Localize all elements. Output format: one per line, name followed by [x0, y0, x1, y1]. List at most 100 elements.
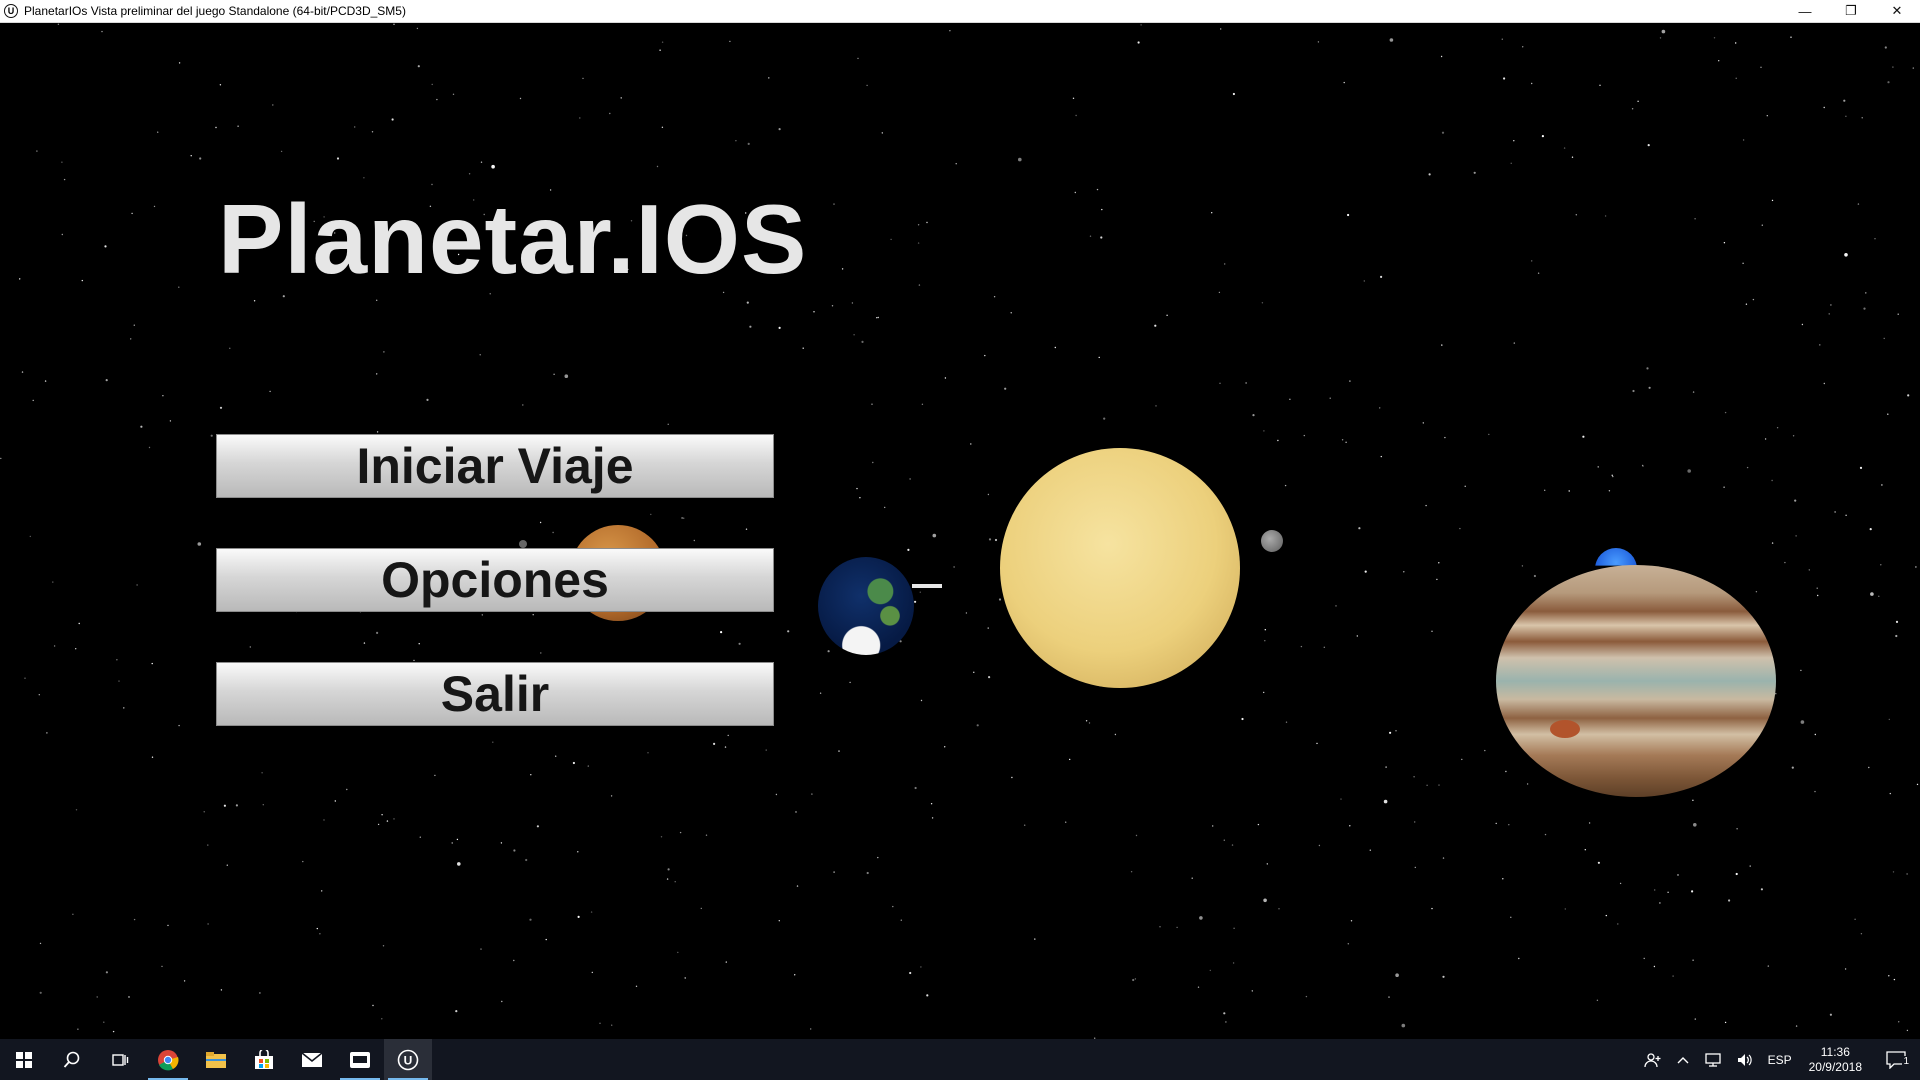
game-viewport[interactable]: Planetar.IOS Iniciar Viaje Opciones Sali… — [0, 23, 1920, 1039]
star — [377, 823, 380, 826]
star — [413, 659, 415, 662]
star — [36, 150, 38, 152]
star — [61, 233, 63, 236]
file-explorer-icon[interactable] — [192, 1039, 240, 1080]
star — [105, 379, 108, 382]
volume-icon[interactable] — [1729, 1052, 1761, 1068]
star — [666, 878, 669, 880]
star — [738, 642, 741, 645]
star — [861, 340, 864, 343]
store-icon[interactable] — [240, 1039, 288, 1080]
star — [1513, 342, 1516, 344]
star — [219, 84, 222, 86]
star — [1659, 902, 1661, 904]
star — [96, 996, 98, 998]
star — [1857, 203, 1860, 205]
star — [197, 542, 202, 546]
clock[interactable]: 11:36 20/9/2018 — [1799, 1045, 1872, 1075]
star — [1771, 479, 1773, 482]
star — [1461, 758, 1463, 761]
star — [140, 425, 143, 428]
star — [729, 40, 731, 43]
window-title: PlanetarIOs Vista preliminar del juego S… — [24, 4, 406, 18]
star — [920, 966, 922, 968]
star — [1687, 469, 1691, 473]
star — [1385, 766, 1387, 768]
star — [1672, 975, 1674, 977]
star — [501, 1000, 503, 1003]
star — [555, 755, 557, 757]
starfield — [0, 23, 1919, 1039]
star — [24, 677, 26, 679]
exit-button[interactable]: Salir — [216, 662, 774, 726]
star — [346, 788, 348, 791]
star — [1413, 776, 1415, 778]
notifications-icon[interactable]: 1 — [1872, 1050, 1920, 1069]
mail-icon[interactable] — [288, 1039, 336, 1080]
window-title-bar[interactable]: U PlanetarIOs Vista preliminar del juego… — [0, 0, 1920, 23]
star — [857, 57, 859, 60]
star — [1859, 466, 1863, 469]
star — [713, 742, 716, 746]
search-icon[interactable] — [48, 1039, 96, 1080]
star — [491, 164, 495, 169]
unreal-engine-icon[interactable]: U — [384, 1039, 432, 1080]
star — [391, 118, 394, 121]
star — [853, 334, 855, 336]
star — [1761, 224, 1764, 226]
star — [610, 795, 613, 797]
star — [1232, 92, 1235, 96]
star — [917, 224, 920, 226]
restore-button[interactable]: ❐ — [1828, 0, 1874, 22]
language-indicator[interactable]: ESP — [1761, 1053, 1799, 1067]
star — [1380, 455, 1383, 458]
people-icon[interactable] — [1637, 1052, 1669, 1068]
star — [667, 423, 669, 425]
star — [78, 622, 80, 625]
star — [1792, 435, 1795, 437]
network-icon[interactable] — [1697, 1052, 1729, 1068]
star — [536, 825, 540, 828]
star — [1795, 1025, 1798, 1027]
star — [1526, 783, 1529, 785]
star — [650, 513, 652, 516]
start-icon[interactable] — [0, 1039, 48, 1080]
task-view-icon[interactable] — [96, 1039, 144, 1080]
star — [1647, 144, 1650, 147]
star — [1004, 387, 1007, 390]
star — [1533, 574, 1536, 578]
star — [866, 871, 869, 875]
star — [431, 83, 433, 86]
close-button[interactable]: ✕ — [1874, 0, 1920, 22]
star — [1775, 693, 1777, 695]
chrome-icon[interactable] — [144, 1039, 192, 1080]
chevron-up-icon[interactable] — [1669, 1055, 1697, 1065]
star — [1563, 147, 1566, 149]
app-icon[interactable] — [336, 1039, 384, 1080]
star — [993, 296, 996, 298]
star — [647, 752, 649, 754]
minimize-button[interactable]: — — [1782, 0, 1828, 22]
star — [492, 741, 494, 743]
star — [1752, 298, 1755, 301]
star — [77, 1028, 79, 1030]
star — [1791, 766, 1794, 769]
star — [153, 205, 156, 208]
star — [1564, 908, 1567, 910]
options-button[interactable]: Opciones — [216, 548, 774, 612]
notifications-count: 1 — [1902, 1055, 1910, 1067]
star — [1459, 527, 1461, 530]
star — [269, 390, 271, 393]
star — [419, 836, 421, 838]
star — [1694, 1018, 1697, 1020]
start-journey-button[interactable]: Iniciar Viaje — [216, 434, 774, 498]
star — [907, 548, 910, 552]
star — [32, 399, 34, 402]
star — [0, 457, 2, 460]
star — [1869, 528, 1872, 531]
star — [679, 831, 682, 834]
star — [1823, 382, 1826, 385]
star — [656, 165, 659, 168]
star — [157, 131, 159, 133]
star — [931, 817, 934, 819]
